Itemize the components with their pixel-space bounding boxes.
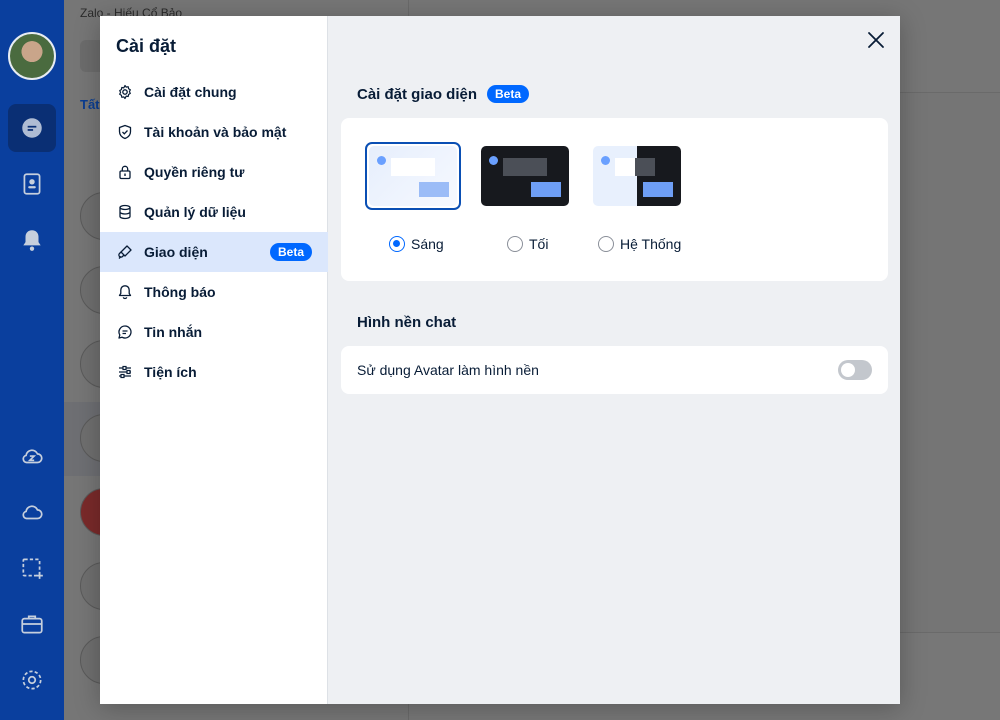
contacts-nav-button[interactable]: [8, 160, 56, 208]
menu-item-messages[interactable]: Tin nhắn: [100, 312, 328, 352]
chat-icon: [116, 323, 134, 341]
settings-sidebar: Cài đặt Cài đặt chung Tài khoản và bảo m…: [100, 16, 328, 704]
menu-item-data-management[interactable]: Quản lý dữ liệu: [100, 192, 328, 232]
chat-background-title: Hình nền chat: [357, 314, 457, 331]
contacts-icon: [23, 173, 41, 195]
sliders-icon: [116, 363, 134, 381]
brush-icon: [116, 243, 134, 261]
shield-icon: [116, 123, 134, 141]
radio-button[interactable]: [507, 236, 523, 252]
appearance-title: Cài đặt giao diện: [357, 85, 478, 103]
tools-nav-button[interactable]: [8, 600, 56, 648]
avatar-background-toggle[interactable]: [838, 360, 872, 380]
database-icon: [116, 203, 134, 221]
dark-theme-thumbnail: [481, 146, 569, 206]
chat-background-card: Sử dụng Avatar làm hình nền: [341, 346, 888, 394]
theme-light-preview[interactable]: [365, 142, 461, 210]
zcloud-nav-button[interactable]: [8, 432, 56, 480]
preview-dot: [601, 156, 610, 165]
theme-card: Sáng Tối Hệ Thống: [341, 118, 888, 281]
menu-item-label: Quyền riêng tư: [144, 164, 245, 180]
theme-dark-radio[interactable]: Tối: [507, 236, 548, 252]
menu-item-label: Giao diện: [144, 244, 208, 260]
menu-item-account-security[interactable]: Tài khoản và bảo mật: [100, 112, 328, 152]
bell-icon: [116, 283, 134, 301]
menu-item-notifications[interactable]: Thông báo: [100, 272, 328, 312]
briefcase-icon: [21, 615, 43, 634]
zcloud-icon: [22, 449, 43, 464]
preview-dot: [377, 156, 386, 165]
avatar-background-label: Sử dụng Avatar làm hình nền: [357, 362, 539, 378]
theme-system-radio[interactable]: Hệ Thống: [598, 236, 681, 252]
preview-dot: [489, 156, 498, 165]
app-navigation-bar: [0, 0, 64, 720]
screenshot-icon: [22, 558, 43, 579]
menu-item-label: Tài khoản và bảo mật: [144, 124, 287, 140]
preview-bubble: [391, 158, 435, 176]
preview-bubble: [503, 158, 547, 176]
menu-item-privacy[interactable]: Quyền riêng tư: [100, 152, 328, 192]
notifications-nav-button[interactable]: [8, 216, 56, 264]
chat-background-section-title: Hình nền chat: [357, 314, 456, 331]
system-theme-thumbnail: [593, 146, 681, 206]
preview-bubble: [615, 158, 655, 176]
menu-item-appearance[interactable]: Giao diện Beta: [100, 232, 328, 272]
radio-button[interactable]: [389, 236, 405, 252]
menu-item-label: Cài đặt chung: [144, 84, 237, 100]
menu-item-label: Tiện ích: [144, 364, 197, 380]
theme-light-radio[interactable]: Sáng: [389, 236, 444, 252]
menu-item-general[interactable]: Cài đặt chung: [100, 72, 328, 112]
appearance-section-title: Cài đặt giao diện Beta: [357, 85, 530, 103]
preview-bubble: [531, 182, 561, 197]
settings-title: Cài đặt: [116, 36, 177, 56]
cloud-icon: [22, 505, 43, 520]
menu-item-utilities[interactable]: Tiện ích: [100, 352, 328, 392]
theme-system-preview[interactable]: [593, 146, 681, 206]
gear-icon: [116, 83, 134, 101]
menu-item-label: Thông báo: [144, 284, 216, 300]
menu-item-label: Tin nhắn: [144, 324, 203, 340]
light-theme-thumbnail: [369, 146, 457, 206]
settings-menu: Cài đặt chung Tài khoản và bảo mật Quyền…: [100, 72, 328, 392]
settings-content: Cài đặt giao diện Beta Sáng Tối Hệ Thống…: [328, 16, 900, 704]
settings-dialog: Cài đặt Cài đặt chung Tài khoản và bảo m…: [100, 16, 900, 704]
preview-bubble: [643, 182, 673, 197]
bell-icon: [23, 230, 41, 251]
radio-label: Sáng: [411, 236, 444, 252]
beta-badge: Beta: [269, 243, 312, 261]
tab-all[interactable]: Tất: [80, 97, 100, 112]
settings-nav-button[interactable]: [8, 656, 56, 704]
beta-badge: Beta: [487, 85, 530, 103]
avatar-background-row: Sử dụng Avatar làm hình nền: [341, 346, 888, 394]
screenshot-nav-button[interactable]: [8, 544, 56, 592]
menu-item-label: Quản lý dữ liệu: [144, 204, 246, 220]
chat-bubble-icon: [22, 118, 42, 138]
radio-label: Hệ Thống: [620, 236, 682, 252]
radio-label: Tối: [529, 236, 549, 252]
user-avatar[interactable]: [8, 32, 56, 80]
gear-icon: [22, 670, 42, 690]
preview-bubble: [419, 182, 449, 197]
theme-dark-preview[interactable]: [481, 146, 569, 206]
cloud-nav-button[interactable]: [8, 488, 56, 536]
messages-nav-button[interactable]: [8, 104, 56, 152]
radio-button[interactable]: [598, 236, 614, 252]
lock-icon: [116, 163, 134, 181]
